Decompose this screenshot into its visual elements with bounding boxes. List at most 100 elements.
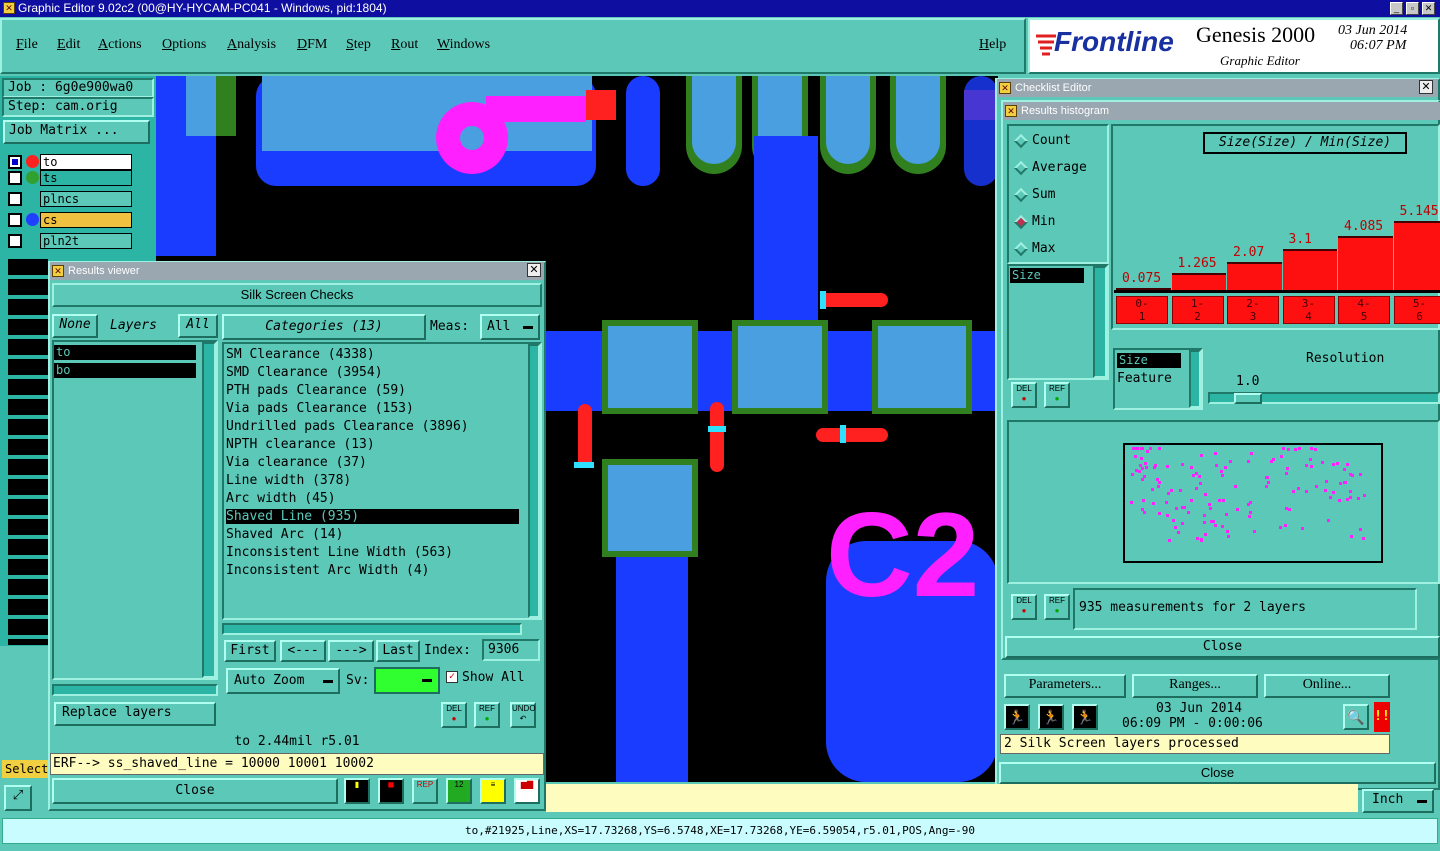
category-item[interactable]: Line width (378) <box>226 473 351 488</box>
minimize-button[interactable]: _ <box>1390 2 1403 15</box>
measure-list-item-size[interactable]: Size <box>1010 268 1084 283</box>
highlight-icon[interactable]: ▮ <box>344 778 370 804</box>
checklist-close-button[interactable]: Close <box>999 762 1436 784</box>
category-list-hscroll[interactable] <box>222 623 522 635</box>
category-item[interactable]: SM Clearance (4338) <box>226 347 375 362</box>
histogram-bin-label[interactable]: 2- 3 <box>1227 296 1279 324</box>
maximize-button[interactable]: ▫ <box>1406 2 1419 15</box>
category-item[interactable]: Via clearance (37) <box>226 455 367 470</box>
layer-checkbox[interactable] <box>8 155 22 169</box>
first-button[interactable]: First <box>224 640 276 662</box>
axis-feature-item[interactable]: Feature <box>1117 371 1172 386</box>
auto-zoom-select[interactable]: Auto Zoom <box>226 668 340 694</box>
histogram-bin-label[interactable]: 4- 5 <box>1338 296 1390 324</box>
category-item[interactable]: Via pads Clearance (153) <box>226 401 414 416</box>
show-all-label: Show All <box>462 670 525 685</box>
menu-analysis[interactable]: Analysis <box>227 37 276 53</box>
zoom-icon[interactable]: 🔍 <box>1343 704 1369 730</box>
layer-checkbox[interactable] <box>8 234 22 248</box>
histogram-del-icon[interactable]: DEL ● <box>1011 382 1037 408</box>
close-window-button[interactable]: ✕ <box>1422 2 1435 15</box>
ranges-button[interactable]: Ranges... <box>1132 674 1258 698</box>
layer-checkbox[interactable] <box>8 192 22 206</box>
online-button[interactable]: Online... <box>1264 674 1390 698</box>
category-item[interactable]: Shaved Arc (14) <box>226 527 343 542</box>
axis-list-scrollbar[interactable] <box>1189 350 1201 408</box>
layer-list-hscroll[interactable] <box>52 684 218 696</box>
job-matrix-button[interactable]: Job Matrix ... <box>3 120 150 144</box>
histogram-ref-icon[interactable]: REF ● <box>1044 382 1070 408</box>
del-icon[interactable]: DEL ● <box>441 702 467 728</box>
layers-none-button[interactable]: None <box>52 314 98 338</box>
categories-header: Categories (13) <box>222 314 426 340</box>
pan-icon[interactable]: ⤢ <box>4 785 32 811</box>
histogram-icon[interactable]: ▆▇ <box>514 778 540 804</box>
category-item[interactable]: Arc width (45) <box>226 491 336 506</box>
menu-options[interactable]: Options <box>162 37 206 53</box>
sv-color-select[interactable] <box>374 667 440 694</box>
layers-all-button[interactable]: All <box>178 314 218 338</box>
run-all-icon[interactable]: 🏃 <box>1072 704 1098 730</box>
resolution-slider-thumb[interactable] <box>1234 393 1262 404</box>
category-item[interactable]: Inconsistent Line Width (563) <box>226 545 453 560</box>
category-item[interactable]: SMD Clearance (3954) <box>226 365 383 380</box>
undo-icon[interactable]: UNDO ↶ <box>510 702 536 728</box>
parameters-button[interactable]: Parameters... <box>1004 674 1126 698</box>
summary-ref-icon[interactable]: REF ● <box>1044 594 1070 620</box>
histogram-bin-label[interactable]: 1- 2 <box>1171 296 1224 324</box>
radio-average[interactable]: Average <box>1013 160 1087 175</box>
results-viewer-close-icon[interactable]: ✕ <box>527 263 541 277</box>
layer-checkbox[interactable] <box>8 171 22 185</box>
meas-select[interactable]: All <box>480 314 540 340</box>
menu-edit[interactable]: Edit <box>57 37 80 53</box>
notes-icon[interactable]: ≡ <box>480 778 506 804</box>
menu-dfm[interactable]: DFM <box>297 37 327 53</box>
category-item[interactable]: Inconsistent Arc Width (4) <box>226 563 430 578</box>
category-item[interactable]: Undrilled pads Clearance (3896) <box>226 419 469 434</box>
run-selected-icon[interactable]: 🏃 <box>1038 704 1064 730</box>
menu-help[interactable]: Help <box>979 37 1006 53</box>
checklist-close-icon[interactable]: ✕ <box>1419 80 1433 94</box>
histogram-value-label: 4.085 <box>1344 218 1384 234</box>
radio-sum[interactable]: Sum <box>1013 187 1055 202</box>
measure-list-scrollbar[interactable] <box>1093 266 1107 378</box>
axis-size-item[interactable]: Size <box>1117 353 1181 368</box>
radio-min[interactable]: Min <box>1013 214 1055 229</box>
category-item[interactable]: PTH pads Clearance (59) <box>226 383 406 398</box>
replace-layers-button[interactable]: Replace layers <box>54 702 216 726</box>
resolution-slider[interactable] <box>1208 392 1440 404</box>
results-close-button[interactable]: Close <box>52 778 338 804</box>
radio-max[interactable]: Max <box>1013 241 1055 256</box>
index-input[interactable]: 9306 <box>482 639 540 661</box>
histogram-bin-label[interactable]: 5- 6 <box>1393 296 1440 324</box>
run-icon[interactable]: 🏃 <box>1004 704 1030 730</box>
category-item[interactable]: Shaved Line (935) <box>226 509 519 524</box>
layer-list-item-bo[interactable]: bo <box>54 363 196 378</box>
histogram-bin-label[interactable]: 0- 1 <box>1116 296 1168 324</box>
alert-icon[interactable]: !! <box>1374 702 1390 732</box>
layer-checkbox[interactable] <box>8 213 22 227</box>
histogram-bin-label[interactable]: 3- 4 <box>1282 296 1335 324</box>
ref-icon[interactable]: REF ● <box>474 702 500 728</box>
summary-del-icon[interactable]: DEL ● <box>1011 594 1037 620</box>
radio-count[interactable]: Count <box>1013 133 1071 148</box>
menu-actions[interactable]: Actions <box>98 37 142 53</box>
layer-list-item-to[interactable]: to <box>54 345 196 360</box>
category-item[interactable]: NPTH clearance (13) <box>226 437 375 452</box>
export-icon[interactable]: ◼ <box>378 778 404 804</box>
layer-list-scrollbar[interactable] <box>202 342 216 678</box>
units-select[interactable]: Inch <box>1362 789 1434 813</box>
category-list-scrollbar[interactable] <box>528 344 540 618</box>
brand-date: 03 Jun 2014 <box>1338 23 1408 38</box>
sequence-icon[interactable]: 12 <box>446 778 472 804</box>
next-button[interactable]: ---> <box>328 640 374 662</box>
show-all-checkbox[interactable]: ✓ <box>446 671 458 683</box>
report-icon[interactable]: REP <box>412 778 438 804</box>
menu-file[interactable]: File <box>16 37 38 53</box>
menu-step[interactable]: Step <box>346 37 371 53</box>
menu-rout[interactable]: Rout <box>391 37 418 53</box>
prev-button[interactable]: <--- <box>280 640 326 662</box>
menu-windows[interactable]: Windows <box>437 37 490 53</box>
last-button[interactable]: Last <box>376 640 420 662</box>
histogram-close-button[interactable]: Close <box>1005 636 1440 658</box>
